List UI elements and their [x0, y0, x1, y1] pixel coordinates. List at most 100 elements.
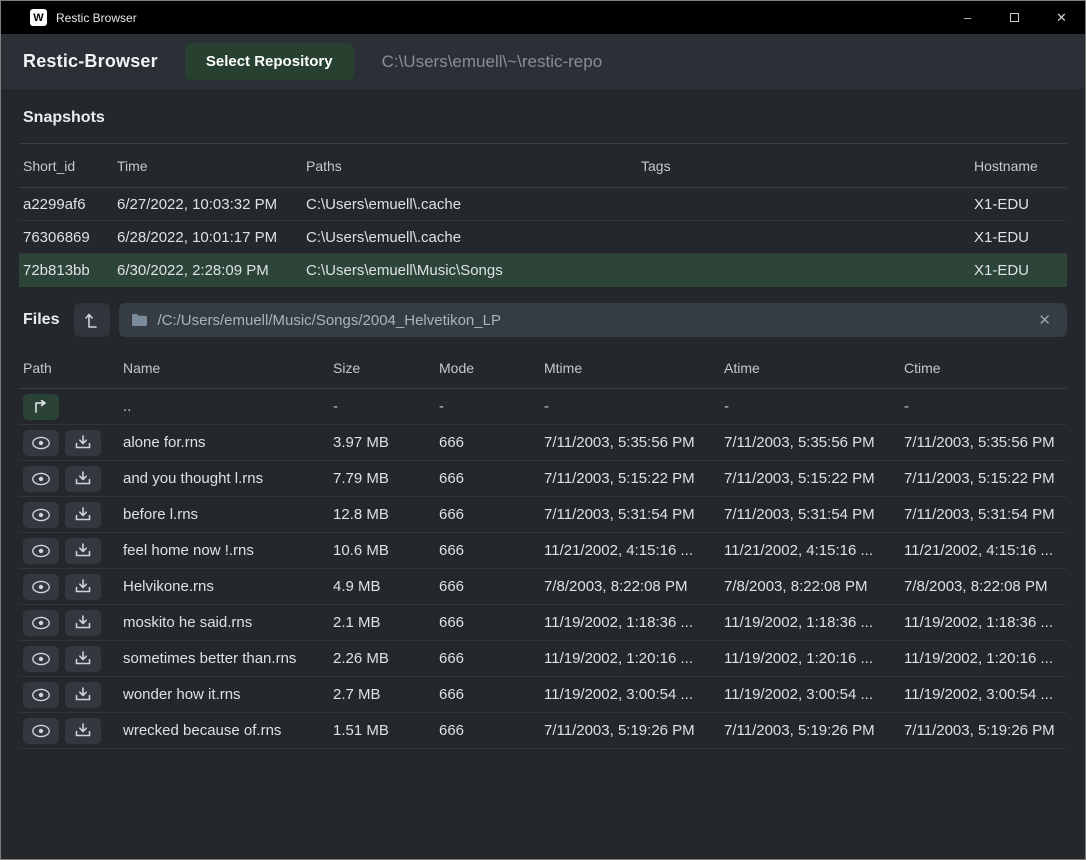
download-file-button[interactable] — [65, 466, 101, 492]
file-atime: 7/11/2003, 5:35:56 PM — [720, 434, 900, 451]
file-size: 4.9 MB — [329, 578, 435, 595]
file-mtime: 7/8/2003, 8:22:08 PM — [540, 578, 720, 595]
files-heading: Files — [23, 311, 59, 329]
snapshot-row[interactable]: a2299af6 6/27/2022, 10:03:32 PM C:\Users… — [19, 188, 1067, 221]
view-file-button[interactable] — [23, 466, 59, 492]
column-paths: Paths — [302, 158, 637, 174]
file-mode: - — [435, 398, 540, 415]
files-table: Path Name Size Mode Mtime Atime Ctime ..… — [19, 347, 1067, 749]
file-size: 2.7 MB — [329, 686, 435, 703]
download-icon — [75, 507, 91, 522]
window-title: Restic Browser — [56, 11, 944, 25]
download-icon — [75, 543, 91, 558]
file-ctime: 7/8/2003, 8:22:08 PM — [900, 578, 1067, 595]
snapshot-hostname: X1-EDU — [970, 262, 1067, 279]
file-ctime: - — [900, 398, 1067, 415]
file-row: wonder how it.rns 2.7 MB 666 11/19/2002,… — [19, 677, 1067, 713]
file-name[interactable]: feel home now !.rns — [119, 542, 329, 559]
file-mode: 666 — [435, 434, 540, 451]
go-parent-button[interactable] — [23, 394, 59, 420]
file-mtime: - — [540, 398, 720, 415]
column-short-id: Short_id — [19, 158, 113, 174]
minimize-button[interactable]: – — [944, 1, 991, 34]
download-file-button[interactable] — [65, 682, 101, 708]
file-name[interactable]: alone for.rns — [119, 434, 329, 451]
file-name[interactable]: moskito he said.rns — [119, 614, 329, 631]
view-file-button[interactable] — [23, 538, 59, 564]
download-file-button[interactable] — [65, 502, 101, 528]
view-file-button[interactable] — [23, 574, 59, 600]
file-mode: 666 — [435, 506, 540, 523]
download-file-button[interactable] — [65, 538, 101, 564]
files-table-header: Path Name Size Mode Mtime Atime Ctime — [19, 347, 1067, 389]
download-icon — [75, 723, 91, 738]
clear-path-button[interactable]: ✕ — [1034, 309, 1055, 331]
file-row: Helvikone.rns 4.9 MB 666 7/8/2003, 8:22:… — [19, 569, 1067, 605]
snapshot-paths: C:\Users\emuell\.cache — [302, 196, 637, 213]
view-file-button[interactable] — [23, 430, 59, 456]
current-path-field[interactable]: /C:/Users/emuell/Music/Songs/2004_Helvet… — [119, 303, 1067, 337]
file-name[interactable]: wonder how it.rns — [119, 686, 329, 703]
files-bar: Files /C:/Users/emuell/Music/Songs/2004_… — [1, 287, 1085, 347]
download-icon — [75, 435, 91, 450]
file-ctime: 7/11/2003, 5:19:26 PM — [900, 722, 1067, 739]
eye-icon — [31, 436, 51, 450]
file-atime: - — [720, 398, 900, 415]
title-bar: W Restic Browser – ✕ — [1, 1, 1085, 34]
snapshot-hostname: X1-EDU — [970, 196, 1067, 213]
column-name: Name — [119, 360, 329, 376]
select-repository-button[interactable]: Select Repository — [185, 43, 354, 80]
file-name[interactable]: Helvikone.rns — [119, 578, 329, 595]
snapshot-time: 6/27/2022, 10:03:32 PM — [113, 196, 302, 213]
download-icon — [75, 471, 91, 486]
close-path-icon: ✕ — [1038, 312, 1051, 329]
close-button[interactable]: ✕ — [1038, 1, 1085, 34]
file-mode: 666 — [435, 542, 540, 559]
file-atime: 7/11/2003, 5:19:26 PM — [720, 722, 900, 739]
file-name[interactable]: before l.rns — [119, 506, 329, 523]
header-bar: Restic-Browser Select Repository C:\User… — [1, 34, 1085, 89]
eye-icon — [31, 616, 51, 630]
snapshot-row[interactable]: 76306869 6/28/2022, 10:01:17 PM C:\Users… — [19, 221, 1067, 254]
column-atime: Atime — [720, 360, 900, 376]
download-file-button[interactable] — [65, 718, 101, 744]
view-file-button[interactable] — [23, 646, 59, 672]
file-name[interactable]: wrecked because of.rns — [119, 722, 329, 739]
file-ctime: 7/11/2003, 5:31:54 PM — [900, 506, 1067, 523]
file-atime: 7/11/2003, 5:15:22 PM — [720, 470, 900, 487]
snapshot-short-id: 72b813bb — [19, 262, 113, 279]
eye-icon — [31, 472, 51, 486]
snapshot-paths: C:\Users\emuell\Music\Songs — [302, 262, 637, 279]
maximize-button[interactable] — [991, 1, 1038, 34]
download-file-button[interactable] — [65, 430, 101, 456]
view-file-button[interactable] — [23, 682, 59, 708]
app-icon: W — [30, 9, 47, 26]
column-path: Path — [19, 360, 119, 376]
file-mode: 666 — [435, 578, 540, 595]
view-file-button[interactable] — [23, 718, 59, 744]
download-file-button[interactable] — [65, 646, 101, 672]
file-row: and you thought l.rns 7.79 MB 666 7/11/2… — [19, 461, 1067, 497]
file-name[interactable]: sometimes better than.rns — [119, 650, 329, 667]
breadcrumb-path: /C:/Users/emuell/Music/Songs/2004_Helvet… — [157, 312, 1034, 329]
folder-icon — [131, 313, 148, 327]
file-size: 12.8 MB — [329, 506, 435, 523]
snapshot-row-selected[interactable]: 72b813bb 6/30/2022, 2:28:09 PM C:\Users\… — [19, 254, 1067, 287]
parent-directory-row: .. - - - - - — [19, 389, 1067, 425]
level-up-button[interactable] — [74, 303, 110, 337]
restic-browser-window: W Restic Browser – ✕ Restic-Browser Sele… — [0, 0, 1086, 860]
file-name[interactable]: .. — [119, 398, 329, 415]
eye-icon — [31, 580, 51, 594]
view-file-button[interactable] — [23, 610, 59, 636]
file-atime: 11/19/2002, 1:18:36 ... — [720, 614, 900, 631]
download-file-button[interactable] — [65, 610, 101, 636]
view-file-button[interactable] — [23, 502, 59, 528]
snapshot-short-id: 76306869 — [19, 229, 113, 246]
file-row: feel home now !.rns 10.6 MB 666 11/21/20… — [19, 533, 1067, 569]
snapshots-table-header: Short_id Time Paths Tags Hostname — [19, 143, 1067, 188]
file-mtime: 11/19/2002, 1:18:36 ... — [540, 614, 720, 631]
file-mtime: 7/11/2003, 5:31:54 PM — [540, 506, 720, 523]
file-name[interactable]: and you thought l.rns — [119, 470, 329, 487]
file-ctime: 11/19/2002, 1:20:16 ... — [900, 650, 1067, 667]
download-file-button[interactable] — [65, 574, 101, 600]
